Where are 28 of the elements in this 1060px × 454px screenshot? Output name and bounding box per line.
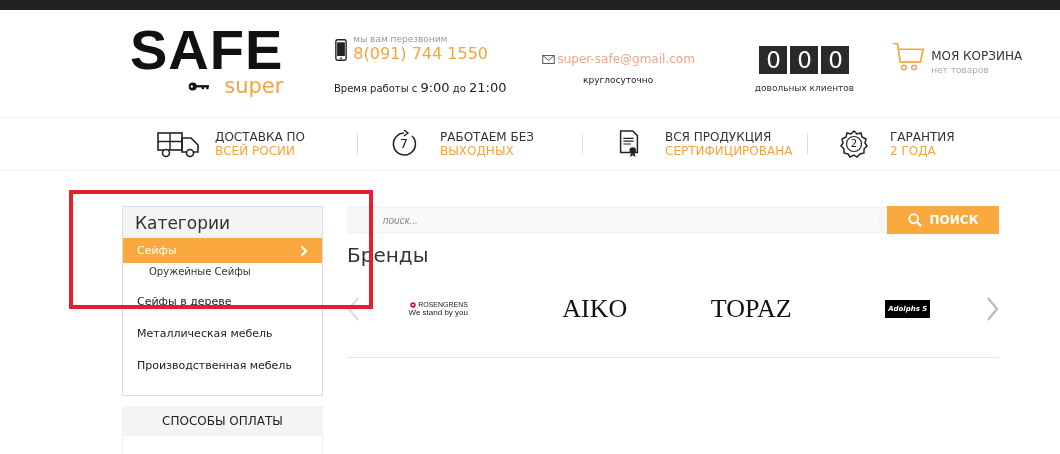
feature-subtitle: СЕРТИФИЦИРОВАНА xyxy=(665,144,793,158)
site-logo[interactable]: SAFE super xyxy=(130,25,284,99)
subcategory-item[interactable]: Оружейные Сейфы xyxy=(123,263,322,289)
cart-status: нет товаров xyxy=(931,65,990,75)
callback-note: мы вам перезвоним xyxy=(353,34,449,44)
email-note: круглосуточно xyxy=(583,75,654,85)
payment-methods-title: СПОСОБЫ ОПЛАТЫ xyxy=(122,406,323,436)
feature-title: РАБОТАЕМ БЕЗ xyxy=(440,130,534,144)
feature-title: ГАРАНТИЯ xyxy=(890,130,955,144)
categories-title: Категории xyxy=(123,207,322,238)
working-hours: Время работы с 9:00 до 21:00 xyxy=(334,80,507,95)
brand-logo[interactable]: AIKO xyxy=(562,294,628,324)
brand-logo[interactable]: TOPAZ xyxy=(710,294,792,324)
counter-caption: довольных клиентов xyxy=(754,83,855,93)
category-item[interactable]: Сейфы в дереве xyxy=(123,289,322,314)
feature-title: ДОСТАВКА ПО xyxy=(215,130,305,144)
search-field[interactable]: поиск... xyxy=(377,209,879,231)
counter-digit: 0 xyxy=(821,46,850,74)
cart-title[interactable]: МОЯ КОРЗИНА xyxy=(931,49,1023,63)
feature-title: ВСЯ ПРОДУКЦИЯ xyxy=(665,130,773,144)
feature-subtitle: 2 ГОДА xyxy=(890,144,937,158)
category-item[interactable]: Производственная мебель xyxy=(123,353,322,378)
feature-subtitle: ВЫХОДНЫХ xyxy=(440,144,515,158)
category-item[interactable]: Металлическая мебель xyxy=(123,321,322,346)
seal-icon: 2 xyxy=(840,130,868,158)
feature-subtitle: ВСЕЙ РОСИИ xyxy=(215,144,296,158)
counter-digit: 0 xyxy=(759,46,788,74)
counter-digit: 0 xyxy=(790,46,819,74)
